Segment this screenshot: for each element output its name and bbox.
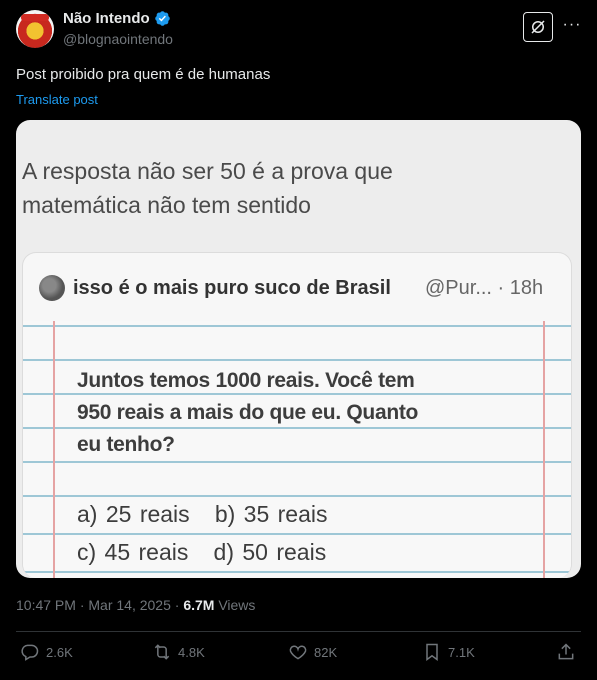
grok-icon (531, 20, 545, 34)
question-line: Juntos temos 1000 reais. Você tem (77, 369, 415, 392)
notebook-margin (53, 321, 55, 578)
divider (16, 631, 581, 632)
author-name[interactable]: Não Intendo (63, 10, 150, 27)
verified-badge-icon (154, 11, 170, 26)
image-headline-line: A resposta não ser 50 é a prova que (22, 158, 393, 184)
view-count: 6.7M (183, 597, 215, 613)
image-headline: A resposta não ser 50 é a prova que mate… (22, 154, 562, 222)
more-options-icon[interactable]: ··· (563, 16, 581, 34)
like-button[interactable]: 82K (288, 642, 337, 662)
answer-options-row: c) 45 reais d) 50 reais (77, 539, 327, 565)
like-count: 82K (314, 644, 338, 660)
heart-icon (289, 645, 307, 660)
grok-button[interactable] (523, 12, 553, 42)
timestamp[interactable]: 10:47 PM · Mar 14, 2025 · (16, 597, 183, 613)
question-line: 950 reais a mais do que eu. Quanto (77, 401, 419, 424)
action-bar: 2.6K 4.8K 82K 7.1K (16, 642, 581, 668)
notebook-paper: Juntos temos 1000 reais. Você tem 950 re… (23, 321, 571, 578)
notebook-rule (23, 495, 571, 497)
bookmark-count: 7.1K (448, 644, 475, 660)
post-image[interactable]: A resposta não ser 50 é a prova que mate… (16, 120, 581, 578)
translate-post-link[interactable]: Translate post (16, 92, 98, 107)
views-label: Views (214, 597, 256, 613)
repost-button[interactable]: 4.8K (152, 642, 205, 662)
notebook-margin (543, 321, 545, 578)
repost-count: 4.8K (178, 644, 205, 660)
notebook-rule (23, 533, 571, 535)
quoted-post: isso é o mais puro suco de Brasil @Pur..… (22, 252, 572, 578)
image-headline-line: matemática não tem sentido (22, 192, 311, 218)
math-question: Juntos temos 1000 reais. Você tem 950 re… (77, 365, 517, 461)
bookmark-button[interactable]: 7.1K (422, 642, 475, 662)
notebook-rule (23, 359, 571, 361)
reply-count: 2.6K (46, 644, 73, 660)
author-handle[interactable]: @blognaointendo (63, 31, 173, 47)
post-header: Não Intendo @blognaointendo ··· (16, 8, 581, 48)
share-icon (558, 643, 574, 660)
repost-icon (154, 644, 170, 660)
question-line: eu tenho? (77, 433, 175, 456)
notebook-rule (23, 571, 571, 573)
post-text: Post proibido pra quem é de humanas (16, 66, 271, 83)
post-metadata: 10:47 PM · Mar 14, 2025 · 6.7M Views (16, 597, 255, 613)
reply-button[interactable]: 2.6K (20, 642, 73, 662)
bookmark-icon (426, 643, 438, 661)
notebook-rule (23, 325, 571, 327)
reply-icon (21, 644, 39, 661)
quoted-avatar (39, 275, 65, 301)
quoted-author-name: isso é o mais puro suco de Brasil (73, 277, 391, 299)
avatar[interactable] (16, 10, 54, 48)
share-button[interactable] (556, 642, 576, 662)
answer-options-row: a) 25 reais b) 35 reais (77, 501, 328, 527)
author-name-row: Não Intendo (63, 10, 171, 27)
quoted-handle-time: @Pur... · 18h (425, 277, 544, 299)
notebook-rule (23, 461, 571, 463)
